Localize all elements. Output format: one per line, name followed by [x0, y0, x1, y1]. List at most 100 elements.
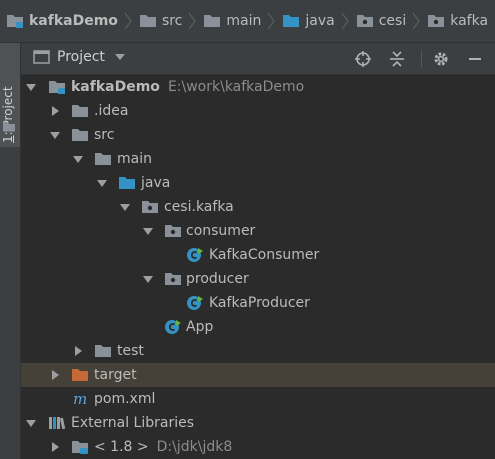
breadcrumb-label: main	[226, 13, 262, 29]
chevron-right-icon	[188, 12, 197, 30]
hide-button[interactable]	[465, 49, 485, 69]
collapse-all-button[interactable]	[387, 49, 407, 69]
expanded-arrow-icon[interactable]	[50, 130, 60, 140]
toolbar-divider	[421, 50, 422, 68]
crosshair-icon	[355, 51, 371, 67]
chevron-right-icon	[412, 12, 420, 30]
tool-window-header: Project	[21, 43, 495, 75]
maven-icon: m	[73, 391, 87, 407]
tree-label: External Libraries	[71, 415, 194, 431]
breadcrumb-item-kafkademo[interactable]: kafkaDemo	[0, 0, 133, 42]
package-icon	[142, 201, 158, 213]
folder-icon	[95, 345, 111, 357]
chevron-right-icon	[341, 12, 349, 30]
package-icon	[165, 273, 181, 285]
locate-file-button[interactable]	[353, 49, 373, 69]
tree-label: < 1.8 > D:\jdk\jdk8	[94, 439, 233, 455]
tree-row-kafkaproducer[interactable]: KafkaProducer	[21, 291, 495, 315]
java-class-icon	[187, 296, 203, 310]
excluded-folder-icon	[72, 369, 88, 381]
project-tree: kafkaDemo E:\work\kafkaDemo .idea src mai…	[21, 75, 495, 459]
tree-label: cesi.kafka	[164, 199, 234, 215]
breadcrumb-item-cesi[interactable]: cesi	[350, 0, 422, 42]
breadcrumb-item-main[interactable]: main	[197, 0, 276, 42]
breadcrumb-label: src	[161, 13, 183, 29]
breadcrumb-item-kafka[interactable]: kafka	[421, 0, 495, 42]
tree-label: consumer	[186, 223, 256, 239]
tree-row-consumer[interactable]: consumer	[21, 219, 495, 243]
collapsed-arrow-icon[interactable]	[50, 106, 60, 116]
library-icon	[49, 417, 66, 430]
tree-row-main[interactable]: main	[21, 147, 495, 171]
tree-row-jdk[interactable]: < 1.8 > D:\jdk\jdk8	[21, 435, 495, 459]
tree-label: producer	[186, 271, 249, 287]
chevron-right-icon	[267, 12, 276, 30]
expanded-arrow-icon[interactable]	[26, 82, 36, 92]
jdk-folder-icon	[72, 441, 88, 454]
breadcrumb-label: kafkaDemo	[29, 13, 118, 29]
tree-row-app[interactable]: App	[21, 315, 495, 339]
tree-label: KafkaProducer	[209, 295, 310, 311]
tree-label: java	[141, 175, 171, 191]
collapse-icon	[390, 51, 404, 67]
minimize-icon	[469, 58, 481, 60]
package-icon	[428, 15, 445, 27]
expanded-arrow-icon[interactable]	[143, 274, 153, 284]
tree-row-kafkademo[interactable]: kafkaDemo E:\work\kafkaDemo	[21, 75, 495, 99]
tree-row-idea[interactable]: .idea	[21, 99, 495, 123]
breadcrumb-label: kafka	[450, 13, 489, 29]
folder-icon	[204, 15, 221, 27]
folder-icon	[3, 122, 15, 132]
caret-down-icon	[114, 54, 125, 60]
folder-icon	[95, 153, 111, 165]
tree-row-target[interactable]: target	[21, 363, 495, 387]
tree-row-test[interactable]: test	[21, 339, 495, 363]
tree-row-kafkaconsumer[interactable]: KafkaConsumer	[21, 243, 495, 267]
tree-row-java[interactable]: java	[21, 171, 495, 195]
tree-label: kafkaDemo E:\work\kafkaDemo	[71, 79, 305, 95]
module-folder-icon	[49, 81, 65, 94]
expanded-arrow-icon[interactable]	[26, 418, 36, 428]
svg-text:m: m	[73, 391, 87, 407]
expanded-arrow-icon[interactable]	[143, 226, 153, 236]
tree-path: D:\jdk\jdk8	[156, 439, 233, 455]
tree-label: App	[186, 319, 214, 335]
tree-row-external-libraries[interactable]: External Libraries	[21, 411, 495, 435]
tree-label: test	[117, 343, 144, 359]
tree-row-producer[interactable]: producer	[21, 267, 495, 291]
tree-label: pom.xml	[94, 391, 156, 407]
folder-icon	[139, 15, 156, 27]
breadcrumb-item-src[interactable]: src	[133, 0, 197, 42]
tree-path: E:\work\kafkaDemo	[167, 79, 305, 95]
folder-icon	[72, 129, 88, 141]
package-icon	[356, 15, 373, 27]
source-folder-icon	[283, 15, 300, 27]
expanded-arrow-icon[interactable]	[120, 202, 130, 212]
breadcrumb: kafkaDemo src main java cesi kafka	[0, 0, 495, 43]
module-folder-icon	[7, 15, 23, 28]
view-selector[interactable]: Project	[33, 49, 125, 65]
tree-row-cesi-kafka[interactable]: cesi.kafka	[21, 195, 495, 219]
left-tool-stripe: 1: Project	[0, 43, 21, 459]
tree-row-pom[interactable]: m pom.xml	[21, 387, 495, 411]
tree-label: target	[94, 367, 137, 383]
collapsed-arrow-icon[interactable]	[73, 346, 83, 356]
chevron-right-icon	[124, 12, 132, 30]
gear-icon	[434, 52, 448, 66]
breadcrumb-label: java	[305, 13, 335, 29]
expanded-arrow-icon[interactable]	[97, 178, 107, 188]
collapsed-arrow-icon[interactable]	[50, 370, 60, 380]
project-tool-window: Project kafkaDemo E:\work\kafkaDemo .ide…	[21, 43, 495, 459]
breadcrumb-item-java[interactable]: java	[276, 0, 349, 42]
collapsed-arrow-icon[interactable]	[50, 442, 60, 452]
tree-label: src	[94, 127, 115, 143]
expanded-arrow-icon[interactable]	[73, 154, 83, 164]
settings-button[interactable]	[431, 49, 451, 69]
tree-label: main	[117, 151, 152, 167]
tree-label: .idea	[94, 103, 129, 119]
java-class-icon	[165, 320, 181, 334]
project-view-icon	[33, 50, 50, 64]
tree-row-src[interactable]: src	[21, 123, 495, 147]
tree-label: KafkaConsumer	[209, 247, 320, 263]
package-icon	[165, 225, 181, 237]
